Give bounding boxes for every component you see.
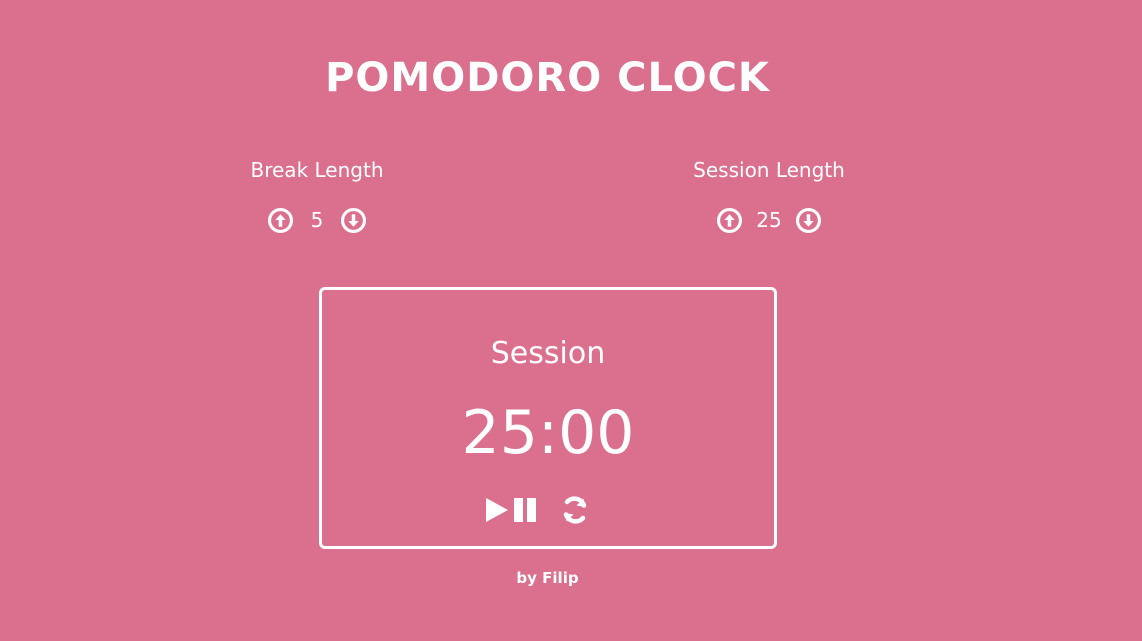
timer-controls [484,494,590,526]
author-credit: by Filip [516,569,579,587]
arrow-up-circle-icon [268,207,293,233]
play-pause-icon [486,498,536,522]
session-length-value: 25 [756,208,782,232]
arrow-down-circle-icon [341,207,366,233]
session-length-controls: 25 [639,206,899,234]
timer-mode-label: Session [490,336,606,371]
break-length-value: 5 [310,208,324,232]
break-increment-button[interactable] [268,207,293,233]
break-length-label: Break Length [250,158,384,182]
play-pause-button[interactable] [484,495,542,525]
page-title: POMODORO CLOCK [325,55,770,101]
break-length-controls: 5 [187,206,447,234]
session-length-section: Session Length 25 [639,156,899,234]
session-length-label: Session Length [693,158,845,182]
break-decrement-button[interactable] [341,207,366,233]
session-increment-button[interactable] [717,207,743,233]
arrow-down-circle-icon [795,207,821,233]
refresh-icon [563,496,587,524]
break-length-section: Break Length 5 [187,156,447,234]
arrow-up-circle-icon [717,207,743,233]
reset-button[interactable] [560,495,590,525]
session-decrement-button[interactable] [795,207,821,233]
timer-countdown: 25:00 [461,398,635,468]
timer-display-panel: Session 25:00 [319,287,777,549]
